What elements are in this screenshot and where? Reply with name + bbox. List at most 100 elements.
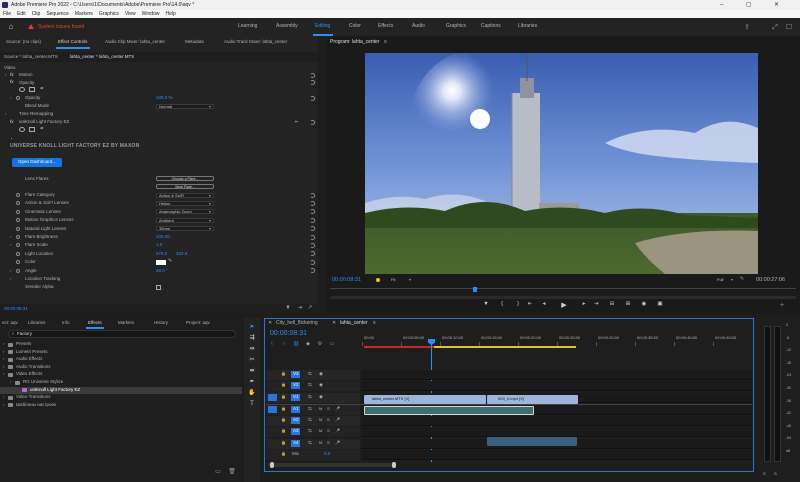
- effect-export-icon[interactable]: ⇤: [295, 119, 299, 125]
- eyedropper-icon[interactable]: ✎: [168, 259, 172, 264]
- tree-item-7[interactable]: Video Transitions: [16, 395, 50, 400]
- panel-export-icon[interactable]: ↗: [306, 304, 314, 312]
- stopwatch-icon[interactable]: [16, 193, 20, 197]
- play-icon[interactable]: ▶: [560, 301, 568, 309]
- param-select-0[interactable]: Action & SciFi: [156, 192, 214, 198]
- project-tab-3[interactable]: Effects: [88, 320, 102, 326]
- go-to-in-icon[interactable]: ⇤: [526, 301, 534, 309]
- slip-icon[interactable]: ⇼: [247, 366, 257, 375]
- fullscreen-icon[interactable]: ⤢: [770, 22, 780, 32]
- expand-icon[interactable]: ›: [10, 268, 11, 273]
- expand-icon[interactable]: ›: [10, 243, 11, 247]
- add-button-icon[interactable]: +: [778, 301, 786, 309]
- ec-timecode[interactable]: 00:00:08:31: [4, 306, 28, 312]
- step-forward-icon[interactable]: ▸: [580, 301, 588, 309]
- audio-clip-a1[interactable]: [364, 406, 534, 415]
- expand-icon[interactable]: ›: [5, 112, 6, 116]
- lock-icon[interactable]: 🔒: [281, 407, 286, 411]
- step-back-icon[interactable]: ◂: [540, 301, 548, 309]
- button-editor-icon[interactable]: ▣: [656, 301, 664, 309]
- mask-pen-icon[interactable]: ✒: [40, 87, 44, 92]
- source-tab-4[interactable]: Audio Track Mixer: lahta_center: [224, 39, 287, 45]
- mute-button[interactable]: M: [319, 418, 322, 422]
- menu-sequence[interactable]: Sequence: [46, 11, 69, 17]
- tree-expand-icon[interactable]: ›: [3, 364, 4, 369]
- mask-pen-icon-2[interactable]: ✒: [40, 127, 44, 132]
- location-reset-icon[interactable]: [310, 251, 315, 257]
- tree-expand-icon[interactable]: ›: [3, 395, 4, 399]
- maximize-button[interactable]: ▢: [746, 2, 752, 8]
- source-patch-mix[interactable]: [268, 451, 277, 458]
- expand-icon[interactable]: ›: [10, 235, 11, 239]
- hand-icon[interactable]: ✋: [247, 388, 257, 397]
- stopwatch-icon[interactable]: [16, 243, 20, 248]
- source-tab-3[interactable]: Metadata: [185, 39, 204, 45]
- param-select-3[interactable]: Ambient: [156, 217, 214, 223]
- tree-item-2[interactable]: Audio Effects: [16, 357, 42, 362]
- mic-icon[interactable]: 🎤: [335, 441, 340, 445]
- source-patch-a4[interactable]: [268, 440, 277, 447]
- unknoll-reset-icon[interactable]: [310, 119, 315, 125]
- menu-graphics[interactable]: Graphics: [99, 11, 119, 17]
- solo-track-button[interactable]: S: [327, 418, 330, 422]
- solo-track-button[interactable]: S: [327, 429, 330, 433]
- project-tab-4[interactable]: Markers: [118, 320, 134, 326]
- project-tab-6[interactable]: Project: aqv: [186, 320, 210, 326]
- program-menu-icon[interactable]: ≡: [384, 40, 387, 45]
- linked-icon[interactable]: ⛓: [292, 340, 300, 348]
- export-frame-icon[interactable]: ◉: [640, 301, 648, 309]
- param-reset-icon-4[interactable]: [310, 226, 315, 232]
- timeline-timecode[interactable]: 00:00:08:31: [270, 330, 307, 337]
- new-bin-icon[interactable]: ▭: [214, 468, 222, 476]
- mask-ellipse-icon-2[interactable]: [19, 127, 25, 132]
- timeline-scrollbar-thumb-2[interactable]: [392, 462, 396, 468]
- tree-item-5[interactable]: RG Universe Stylize: [23, 379, 63, 385]
- project-tab-1[interactable]: Libraries: [28, 320, 45, 326]
- marker-icon[interactable]: ▼: [482, 301, 490, 309]
- choose-flare-button[interactable]: Choose a Flare...: [156, 176, 214, 181]
- tree-expand-icon[interactable]: ›: [3, 342, 4, 346]
- mic-icon[interactable]: 🎤: [335, 429, 340, 433]
- mark-out-icon[interactable]: }: [514, 301, 522, 309]
- workspace-tab-audio[interactable]: Audio: [412, 24, 425, 29]
- brightness-reset-icon[interactable]: [310, 234, 315, 240]
- mic-icon[interactable]: 🎤: [335, 418, 340, 422]
- timeline-close-icon[interactable]: ✕: [268, 321, 272, 326]
- param-reset-icon-1[interactable]: [310, 200, 315, 206]
- effects-search[interactable]: [8, 330, 236, 338]
- wrench-icon[interactable]: ✎: [739, 276, 745, 282]
- expand-icon[interactable]: ⌄: [10, 136, 13, 140]
- delete-icon[interactable]: 🗑: [228, 468, 236, 476]
- tree-item-3[interactable]: Audio Transitions: [16, 364, 51, 370]
- type-tool-icon[interactable]: T: [247, 399, 257, 408]
- mute-button[interactable]: M: [319, 441, 322, 445]
- param-reset-icon-3[interactable]: [310, 217, 315, 223]
- menu-window[interactable]: Window: [142, 11, 160, 17]
- sync-lock-icon[interactable]: ⇆: [308, 417, 312, 423]
- eye-icon[interactable]: ◉: [319, 371, 323, 377]
- project-tab-2[interactable]: Info: [62, 320, 70, 326]
- fx-icon[interactable]: fx: [10, 79, 14, 85]
- param-select-4[interactable]: 35mm: [156, 226, 214, 232]
- workspace-tab-assembly[interactable]: Assembly: [276, 24, 298, 29]
- mute-button[interactable]: M: [319, 429, 322, 433]
- snap-icon[interactable]: ∩: [280, 340, 288, 348]
- source-patch-v3[interactable]: [268, 371, 277, 378]
- audio-clip-a4[interactable]: [487, 437, 577, 446]
- fit-select[interactable]: Fit: [388, 277, 414, 282]
- source-patch-a3[interactable]: [268, 428, 277, 435]
- opacity-reset-icon[interactable]: [310, 80, 315, 85]
- open-dashboard-button[interactable]: Open Dashboard...: [12, 158, 62, 167]
- stopwatch-icon[interactable]: [16, 218, 20, 223]
- stopwatch-icon[interactable]: [16, 251, 20, 256]
- program-zoom-bar[interactable]: [330, 296, 796, 299]
- workspace-tab-graphics[interactable]: Graphics: [446, 24, 466, 29]
- lock-icon[interactable]: 🔒: [281, 441, 286, 445]
- opacity-value-reset-icon[interactable]: [310, 95, 315, 101]
- solo-button-2[interactable]: S: [774, 472, 777, 476]
- close-button[interactable]: ✕: [774, 2, 779, 8]
- sync-lock-icon[interactable]: ⇆: [308, 406, 312, 412]
- param-reset-icon-2[interactable]: [310, 209, 315, 215]
- sync-lock-icon[interactable]: ⇆: [308, 440, 312, 446]
- source-patch-v2[interactable]: [268, 382, 277, 389]
